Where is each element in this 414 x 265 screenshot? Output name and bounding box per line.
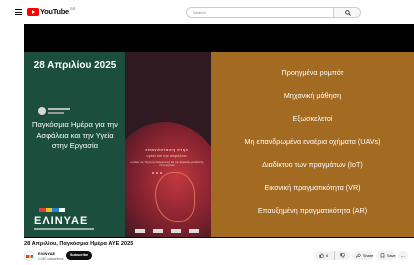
youtube-play-icon [27, 7, 39, 16]
subscribe-button[interactable]: Subscribe [66, 251, 92, 260]
search-button[interactable] [334, 7, 361, 18]
like-dislike-group: 6 [314, 251, 350, 260]
poster-dots [152, 172, 162, 174]
hamburger-menu-icon[interactable] [15, 9, 22, 15]
channel-name[interactable]: ΕΛΙΝΥΑΕ [38, 251, 55, 256]
video-day-title: Παγκόσμια Ημέρα για την Ασφάλεια και την… [32, 120, 118, 150]
logo-country-code: GR [69, 6, 76, 11]
video-title: 28 Απριλίου, Παγκόσμια Ημέρα ΑΥΕ 2025 [24, 241, 134, 247]
save-label: Save [387, 253, 396, 258]
search-icon [345, 10, 351, 16]
elinyae-logo-text: ΕΛΙΝΥΑΕ [34, 215, 89, 227]
poster-title: επανάσταση στην [145, 147, 189, 152]
thumbs-up-icon [319, 253, 324, 258]
share-button[interactable]: Share [352, 251, 374, 260]
channel-avatar[interactable] [24, 251, 34, 261]
video-player[interactable]: 28 Απριλίου 2025 Παγκόσμια Ημέρα για την… [24, 24, 414, 238]
bookmark-icon [380, 253, 385, 258]
poster-emblem-caption-2 [48, 112, 64, 114]
topic-uavs: Μη επανδρωμένα εναέρια οχήματα (UAVs) [244, 137, 381, 146]
topic-exoskeletons: Εξωσκελετοί [292, 114, 333, 123]
share-icon [356, 253, 361, 258]
elinyae-logo-subtitle [34, 228, 94, 230]
save-button[interactable]: Save [376, 251, 396, 260]
logo-text: YouTube [40, 7, 69, 16]
like-count: 6 [326, 253, 329, 258]
video-center-poster [125, 52, 211, 237]
poster-emblem-icon [38, 107, 46, 115]
share-label: Share [363, 253, 374, 258]
topic-advanced-robots: Προηγμένα ρομπότ [281, 68, 344, 77]
more-actions-button[interactable]: ... [398, 251, 408, 260]
thumbs-down-icon [340, 253, 345, 258]
top-bar: YouTube GR Search [0, 0, 414, 24]
topic-ar: Επαυξημένη πραγματικότητα (AR) [257, 206, 368, 215]
topic-machine-learning: Μηχανική μάθηση [283, 91, 342, 100]
youtube-logo[interactable]: YouTube GR [27, 7, 75, 16]
poster-emblem-caption [48, 108, 70, 110]
search-input[interactable]: Search [186, 7, 334, 18]
dislike-button[interactable] [335, 251, 350, 260]
poster-subtitle: υγεία και την ασφάλεια: [146, 153, 188, 158]
topic-iot: Διαδίκτυο των πραγμάτων (IoT) [262, 160, 363, 169]
elinyae-logo-bar [39, 208, 65, 212]
like-button[interactable]: 6 [314, 251, 335, 260]
topic-vr: Εικονική πραγματικότητα (VR) [264, 183, 361, 192]
poster-description: ο ρόλος της Τεχνητής Νοημοσύνης και της … [130, 161, 204, 168]
video-date: 28 Απριλίου 2025 [33, 60, 117, 71]
poster-face-outline [155, 172, 195, 222]
channel-subscriber-count: 2.04K subscribers [38, 257, 64, 261]
poster-sponsor-logos [131, 229, 203, 233]
